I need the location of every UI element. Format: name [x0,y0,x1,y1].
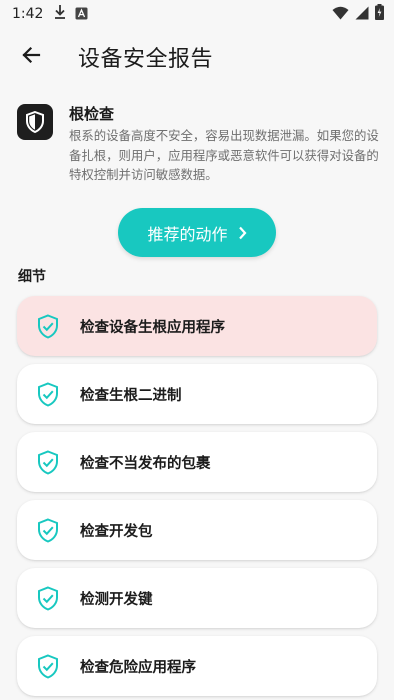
shield-icon [17,104,53,140]
check-item-label: 检测开发键 [80,591,153,608]
page-title: 设备安全报告 [78,47,214,72]
check-item-root-binaries[interactable]: 检查生根二进制 [17,364,377,424]
shield-check-icon [35,585,61,611]
status-time: 1:42 [12,6,44,22]
details-list: 检查设备生根应用程序 检查生根二进制 检查不当发布的包裹 检查开发包 检测开发键… [17,296,377,700]
status-left-icons [53,4,88,24]
download-icon [53,4,67,24]
check-item-label: 检查不当发布的包裹 [80,455,211,472]
intro-text: 根检查 根系的设备高度不安全，容易出现数据泄漏。如果您的设备扎根，则用户，应用程… [69,104,379,185]
details-header: 细节 [18,269,46,285]
root-check-intro: 根检查 根系的设备高度不安全，容易出现数据泄漏。如果您的设备扎根，则用户，应用程… [17,104,379,185]
shield-check-icon [35,517,61,543]
signal-icon [355,5,369,24]
check-item-dev-packages[interactable]: 检查开发包 [17,500,377,560]
shield-check-icon [35,449,61,475]
recommended-action-button[interactable]: 推荐的动作 [118,208,276,257]
check-item-dev-keys[interactable]: 检测开发键 [17,568,377,628]
check-item-dangerous-apps[interactable]: 检查危险应用程序 [17,636,377,696]
status-bar: 1:42 [0,0,394,28]
intro-description: 根系的设备高度不安全，容易出现数据泄漏。如果您的设备扎根，则用户，应用程序或恶意… [69,128,379,183]
device-security-report-screen: 1:42 设备安全报告 根检查 根系的设备高度不安全，容易出现数据泄漏。如果您的… [0,0,394,700]
check-item-label: 检查设备生根应用程序 [80,319,225,336]
shield-check-icon [35,381,61,407]
intro-title: 根检查 [69,105,115,123]
back-button[interactable] [8,34,54,80]
shield-check-icon [35,313,61,339]
status-right-icons [332,4,384,24]
back-arrow-icon [21,45,41,69]
battery-icon [375,4,384,24]
app-bar: 设备安全报告 [0,34,394,80]
check-item-rooting-apps[interactable]: 检查设备生根应用程序 [17,296,377,356]
shield-check-icon [35,653,61,679]
check-item-label: 检查生根二进制 [80,387,182,404]
check-item-improper-packages[interactable]: 检查不当发布的包裹 [17,432,377,492]
recommended-action-label: 推荐的动作 [147,224,228,244]
check-item-label: 检查危险应用程序 [80,659,196,676]
app-a-icon [75,5,88,24]
wifi-icon [332,5,349,24]
check-item-label: 检查开发包 [80,523,153,540]
chevron-right-icon [238,226,247,240]
